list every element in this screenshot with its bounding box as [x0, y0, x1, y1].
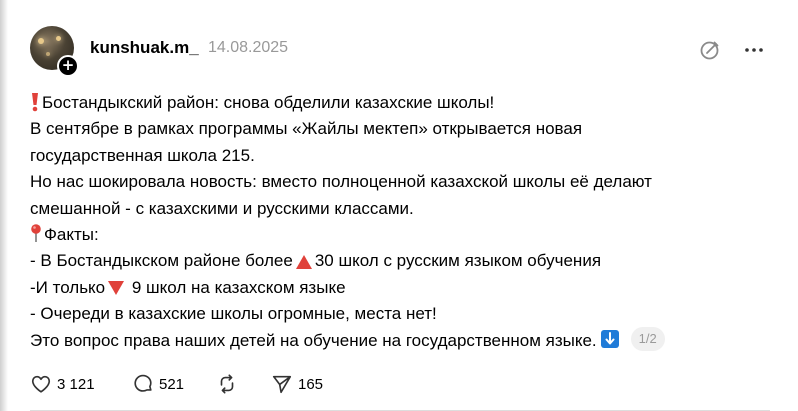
text-line: смешанной - с казахскими и русскими клас…	[30, 198, 414, 218]
share-button[interactable]: 165	[271, 372, 323, 396]
comment-button[interactable]: 521	[132, 372, 184, 396]
card-edge-shadow	[0, 0, 8, 411]
up-triangle-icon	[295, 252, 313, 269]
repost-button[interactable]	[216, 372, 243, 396]
edit-icon[interactable]	[698, 38, 722, 62]
text-line: государственная школа 215.	[30, 145, 255, 165]
like-button[interactable]: 3 121	[30, 372, 95, 396]
comment-icon	[134, 374, 152, 392]
text-line: - Очереди в казахские школы огромные, ме…	[30, 304, 437, 324]
repost-icon	[220, 374, 234, 394]
down-arrow-emoji-icon	[600, 330, 619, 349]
text-line: Факты:	[30, 222, 770, 248]
post-actions: 3 121 521 165	[30, 370, 770, 398]
exclamation-emoji-icon	[30, 92, 40, 112]
more-icon[interactable]	[742, 38, 766, 62]
media-pager-badge[interactable]: 1/2	[630, 327, 665, 352]
round-pushpin-icon	[30, 223, 42, 243]
down-triangle-icon	[107, 278, 125, 296]
post-header: + kunshuak.m_ 14.08.2025	[30, 22, 770, 78]
text-line: Но нас шокировала новость: вместо полноц…	[30, 172, 652, 192]
post-body: Бостандыкский район: снова обделили каза…	[30, 90, 770, 354]
username[interactable]: kunshuak.m_	[90, 38, 199, 58]
share-count: 165	[298, 375, 324, 393]
send-icon	[272, 375, 292, 394]
like-count: 3 121	[57, 375, 95, 393]
comment-count: 521	[159, 375, 185, 393]
text-line: -И только 9 школ на казахском языке	[30, 277, 346, 297]
text-line: Это вопрос права наших детей на обучение…	[30, 327, 770, 354]
text-line: В сентябре в рамках программы «Жайлы мек…	[30, 119, 583, 139]
heart-icon	[31, 375, 51, 393]
post-card: + kunshuak.m_ 14.08.2025 Бостандыкский р…	[30, 22, 770, 411]
follow-plus-icon[interactable]: +	[57, 55, 79, 77]
text-line: - В Бостандыкском районе более 30 школ с…	[30, 251, 602, 271]
post-date: 14.08.2025	[208, 39, 289, 56]
text-line: Бостандыкский район: снова обделили каза…	[30, 90, 770, 116]
